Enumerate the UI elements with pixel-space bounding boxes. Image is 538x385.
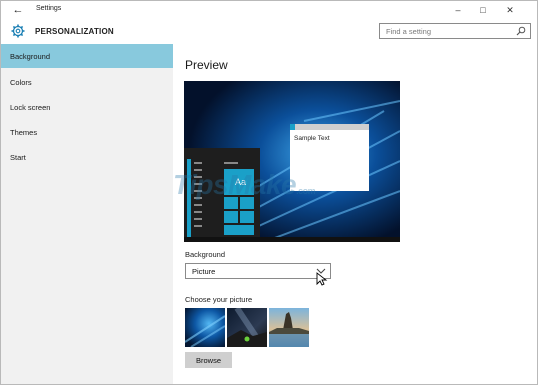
search-icon[interactable]	[516, 26, 526, 36]
sidebar-item-label: Colors	[10, 78, 32, 87]
picture-thumbnail-night-sky[interactable]	[227, 308, 267, 347]
watermark: TipsMake.com	[173, 169, 316, 200]
browse-button[interactable]: Browse	[185, 352, 232, 368]
sidebar-item-start[interactable]: Start	[1, 145, 173, 169]
sidebar: Background Colors Lock screen Themes Sta…	[1, 44, 173, 384]
picture-thumbnail-windows[interactable]	[185, 308, 225, 347]
minimize-icon[interactable]: –	[450, 3, 466, 17]
preview-heading: Preview	[185, 58, 228, 72]
sidebar-item-themes[interactable]: Themes	[1, 120, 173, 144]
background-dropdown-value: Picture	[192, 267, 216, 276]
sidebar-item-label: Background	[10, 52, 51, 61]
settings-window: ← Settings – □ ✕ PERSONALIZATION Find a …	[0, 0, 538, 385]
search-input[interactable]: Find a setting	[379, 23, 531, 39]
mouse-cursor-icon	[316, 272, 328, 286]
sidebar-item-label: Start	[10, 153, 26, 162]
background-label: Background	[185, 250, 226, 259]
sample-text: Sample Text	[294, 135, 330, 142]
sidebar-item-label: Themes	[10, 128, 38, 137]
picture-thumbnail-rocks[interactable]	[269, 308, 309, 347]
sidebar-item-colors[interactable]: Colors	[1, 70, 173, 94]
sidebar-item-label: Lock screen	[10, 103, 51, 112]
window-title: Settings	[36, 5, 62, 12]
search-placeholder: Find a setting	[386, 27, 432, 36]
sidebar-item-background[interactable]: Background	[1, 44, 173, 68]
choose-picture-label: Choose your picture	[185, 295, 253, 304]
background-dropdown[interactable]: Picture	[185, 263, 331, 279]
page-title: PERSONALIZATION	[35, 27, 114, 36]
sidebar-item-lock-screen[interactable]: Lock screen	[1, 95, 173, 119]
gear-icon	[11, 24, 25, 38]
back-arrow-icon[interactable]: ←	[10, 3, 26, 17]
maximize-icon[interactable]: □	[475, 3, 491, 17]
title-bar: ← Settings – □ ✕	[1, 1, 537, 20]
desktop-preview: Aa Sample Text	[184, 81, 400, 242]
close-icon[interactable]: ✕	[502, 3, 518, 17]
